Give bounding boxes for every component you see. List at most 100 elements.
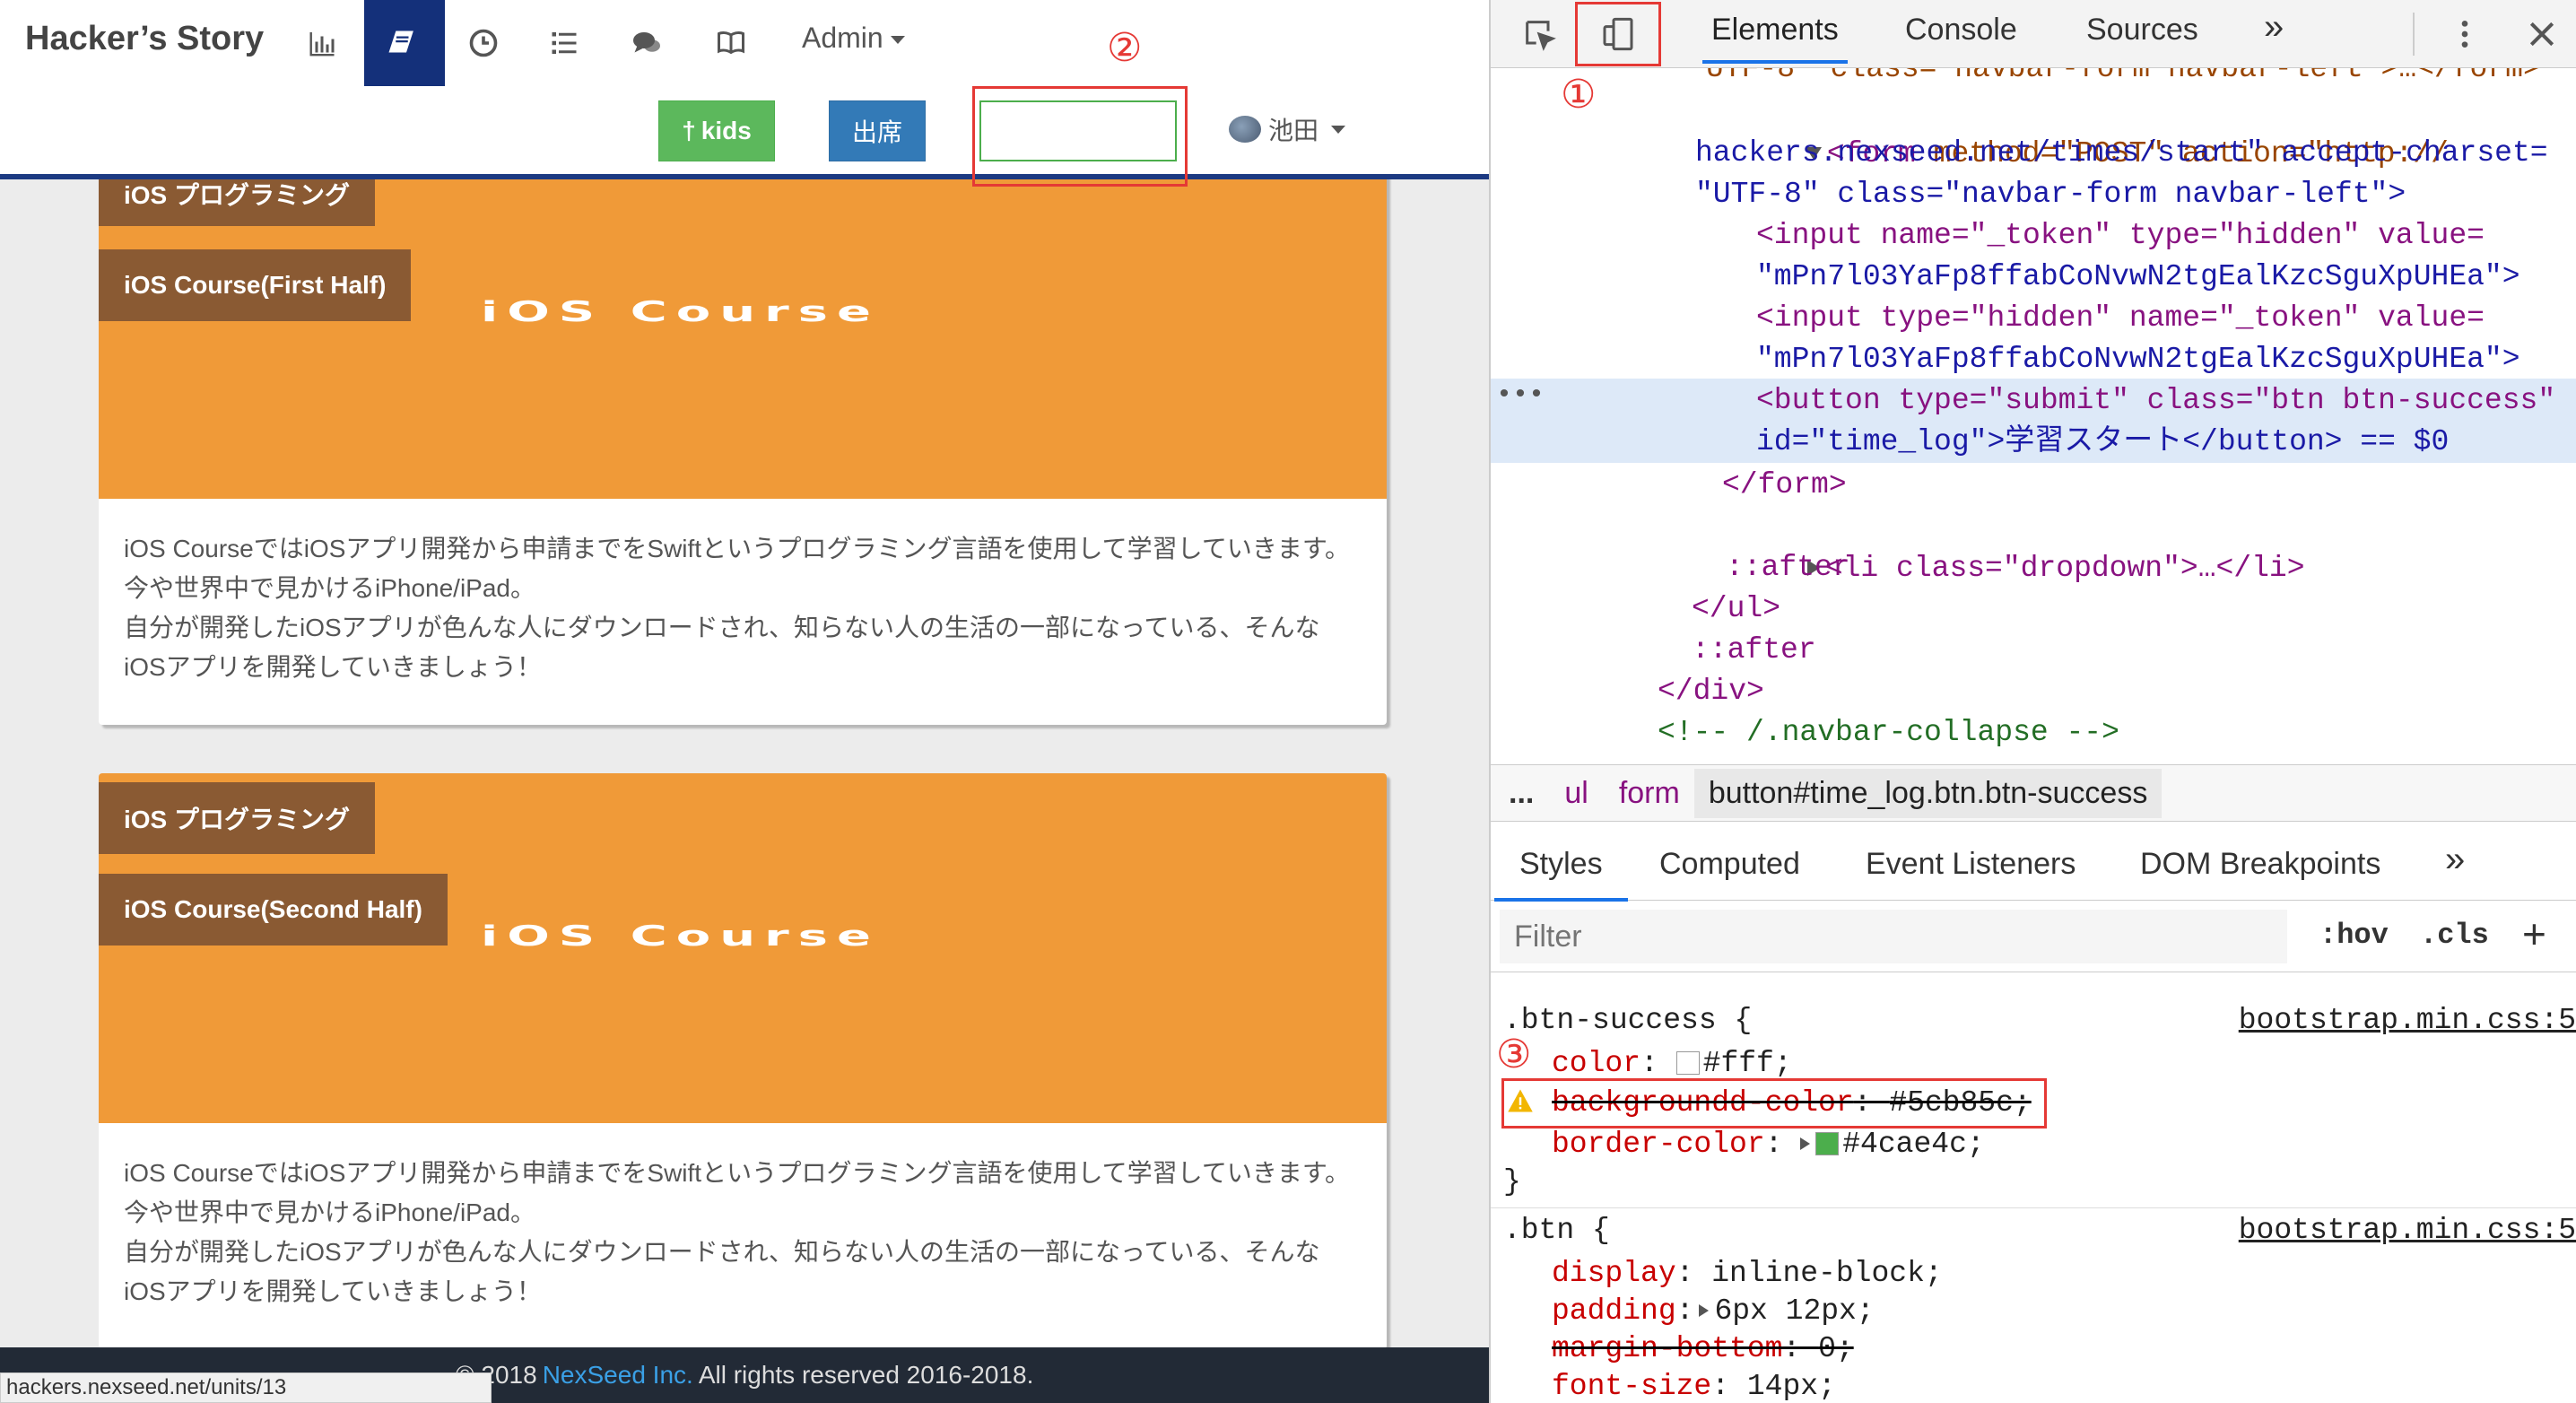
inspect-element-icon[interactable] <box>1518 13 1561 56</box>
more-tabs-icon[interactable]: » <box>2264 7 2284 48</box>
dom-line[interactable]: </div> <box>1658 671 1764 713</box>
prop-name: margin-bottom <box>1552 1332 1783 1365</box>
description-line: 自分が開発したiOSアプリが色んな人にダウンロードされ、知らない人の生活の一部に… <box>124 614 1320 641</box>
dom-line[interactable]: hackers.nexseed.net/times/start" accept-… <box>1695 133 2548 175</box>
comments-icon[interactable] <box>606 0 687 86</box>
color-swatch-green[interactable] <box>1815 1132 1840 1156</box>
prop-value: 14px; <box>1746 1370 1836 1403</box>
tab-computed[interactable]: Computed <box>1659 847 1800 882</box>
prop-name: color <box>1552 1047 1641 1080</box>
description-line: 今や世界中で見かけるiPhone/iPad。 <box>124 574 536 602</box>
course-title-label: iOS Course(First Half) <box>124 271 387 299</box>
breadcrumb-button[interactable]: button#time_log.btn.btn-success <box>1693 768 2163 818</box>
attendance-button[interactable]: 出席 <box>829 100 926 161</box>
devtools-toolbar: Elements Console Sources » <box>1491 0 2576 68</box>
dom-line[interactable]: <input type="hidden" name="_token" value… <box>1756 298 2485 340</box>
course-title-label: iOS Course(Second Half) <box>124 895 422 923</box>
avatar <box>1229 116 1261 143</box>
tab-elements[interactable]: Elements <box>1702 13 1848 64</box>
dom-line[interactable]: ::after <box>1692 630 1816 672</box>
kebab-menu-icon[interactable] <box>2443 13 2486 56</box>
dom-line[interactable]: "UTF-8" class="navbar-form navbar-left"> <box>1695 174 2406 216</box>
navbar: Hacker’s Story Admin ② † kids 出席 池田 <box>0 0 1489 187</box>
description-line: iOS CourseではiOSアプリ開発から申請までをSwiftというプログラミ… <box>124 1159 1351 1187</box>
prop-name: padding <box>1552 1294 1676 1328</box>
dom-line[interactable]: "mPn7l03YaFp8ffabCoNvwN2tgEalKzcSguXpUHE… <box>1756 339 2520 381</box>
breadcrumb-more[interactable]: ... <box>1509 776 1534 811</box>
kids-icon: † <box>682 117 696 144</box>
book-icon[interactable] <box>364 0 445 86</box>
admin-dropdown[interactable]: Admin <box>802 22 905 55</box>
hover-state-toggle[interactable]: :hov <box>2319 919 2389 952</box>
rule-selector[interactable]: .btn { <box>1503 1211 1610 1250</box>
clock-icon[interactable] <box>443 0 524 86</box>
prop-value: 0; <box>1818 1332 1854 1365</box>
tab-event-listeners[interactable]: Event Listeners <box>1866 847 2076 882</box>
course-card[interactable]: iOS プログラミング iOS Course(Second Half) iOS … <box>99 773 1387 1349</box>
new-rule-icon[interactable]: + <box>2522 910 2546 958</box>
prop-value: #fff; <box>1702 1047 1792 1080</box>
elements-tree: ••• UTF-8" class="navbar-form navbar-lef… <box>1491 68 2576 764</box>
annotation-box-2 <box>972 86 1188 187</box>
styles-filter-input[interactable] <box>1500 910 2287 963</box>
dom-line[interactable]: "mPn7l03YaFp8ffabCoNvwN2tgEalKzcSguXpUHE… <box>1756 257 2520 299</box>
website-viewport: iOS プログラミング iOS Course(First Half) iOS C… <box>0 0 1489 1403</box>
course-description: iOS CourseではiOSアプリ開発から申請までをSwiftというプログラミ… <box>99 1123 1387 1349</box>
styles-subtabs: Styles Computed Event Listeners DOM Brea… <box>1491 832 2576 902</box>
dom-line-selected[interactable]: id="time_log">学習スタート</button> == $0 <box>1756 422 2449 464</box>
list-icon[interactable] <box>524 0 605 86</box>
rule-source-link[interactable]: bootstrap.min.css:5 <box>2239 1211 2576 1250</box>
footer-link[interactable]: NexSeed Inc. <box>543 1361 693 1390</box>
dom-tag: <li class="dropdown">…</li> <box>1824 551 2305 585</box>
breadcrumb-ul[interactable]: ul <box>1564 776 1588 811</box>
admin-label: Admin <box>802 22 883 54</box>
annotation-marker-3: ③ <box>1496 1033 1532 1076</box>
dom-line[interactable]: UTF-8" class="navbar-form navbar-left">…… <box>1706 68 2541 91</box>
description-line: iOSアプリを開発していきましょう！ <box>124 653 542 681</box>
prop-value: #4cae4c; <box>1842 1128 1985 1161</box>
breadcrumb-form[interactable]: form <box>1619 776 1680 811</box>
kids-button[interactable]: † kids <box>658 100 775 161</box>
category-tag-label: iOS プログラミング <box>124 806 351 833</box>
annotation-box-3 <box>1501 1078 2047 1128</box>
devtools-panel: Elements Console Sources » ① ••• UTF-8" … <box>1489 0 2576 1403</box>
node-actions-icon[interactable]: ••• <box>1496 375 1545 417</box>
dom-line[interactable]: <!-- /.navbar-collapse --> <box>1658 712 2119 754</box>
dom-line[interactable]: ::after <box>1726 547 1850 589</box>
color-swatch-white[interactable] <box>1675 1051 1700 1076</box>
dom-line[interactable]: </ul> <box>1692 588 1780 631</box>
dom-line[interactable]: </form> <box>1722 465 1847 507</box>
rule-selector[interactable]: .btn-success { <box>1503 1001 1752 1040</box>
hero-title: iOS Course <box>481 296 880 328</box>
rule-close-brace: } <box>1503 1165 1521 1198</box>
expand-arrow-icon[interactable] <box>1699 1304 1710 1318</box>
dom-line[interactable]: <input name="_token" type="hidden" value… <box>1756 215 2485 257</box>
open-book-icon[interactable] <box>691 0 771 86</box>
annotation-marker-2: ② <box>1107 26 1143 70</box>
more-tabs-icon[interactable]: » <box>2445 840 2465 880</box>
rule-source-link[interactable]: bootstrap.min.css:5 <box>2239 1001 2576 1040</box>
bar-chart-icon[interactable] <box>282 0 362 86</box>
prop-name: display <box>1552 1257 1676 1290</box>
class-toggle[interactable]: .cls <box>2420 919 2489 952</box>
expand-arrow-icon[interactable] <box>1800 1137 1811 1151</box>
annotation-box-1 <box>1575 2 1661 66</box>
prop-value: 6px 12px; <box>1714 1294 1875 1328</box>
tab-styles[interactable]: Styles <box>1494 847 1628 902</box>
category-tag: iOS プログラミング <box>99 782 376 854</box>
tab-console[interactable]: Console <box>1905 13 2017 48</box>
dom-line-selected[interactable]: <button type="submit" class="btn btn-suc… <box>1756 380 2555 423</box>
user-dropdown[interactable]: 池田 <box>1229 111 1346 147</box>
tab-sources[interactable]: Sources <box>2086 13 2198 48</box>
declaration-line: font-size: 14px; <box>1552 1370 1836 1403</box>
course-hero[interactable]: iOS プログラミング iOS Course(Second Half) iOS … <box>99 773 1387 1123</box>
rule-divider <box>1491 1207 2576 1208</box>
caret-down-icon <box>1331 125 1346 134</box>
description-line: iOSアプリを開発していきましょう！ <box>124 1277 542 1305</box>
close-icon[interactable] <box>2520 13 2563 56</box>
styles-filter-row: :hov .cls + <box>1491 901 2576 972</box>
brand-logo[interactable]: Hacker’s Story <box>25 20 264 58</box>
tab-dom-breakpoints[interactable]: DOM Breakpoints <box>2140 847 2380 882</box>
declaration-line: display: inline-block; <box>1552 1257 1943 1290</box>
user-name: 池田 <box>1268 117 1319 144</box>
